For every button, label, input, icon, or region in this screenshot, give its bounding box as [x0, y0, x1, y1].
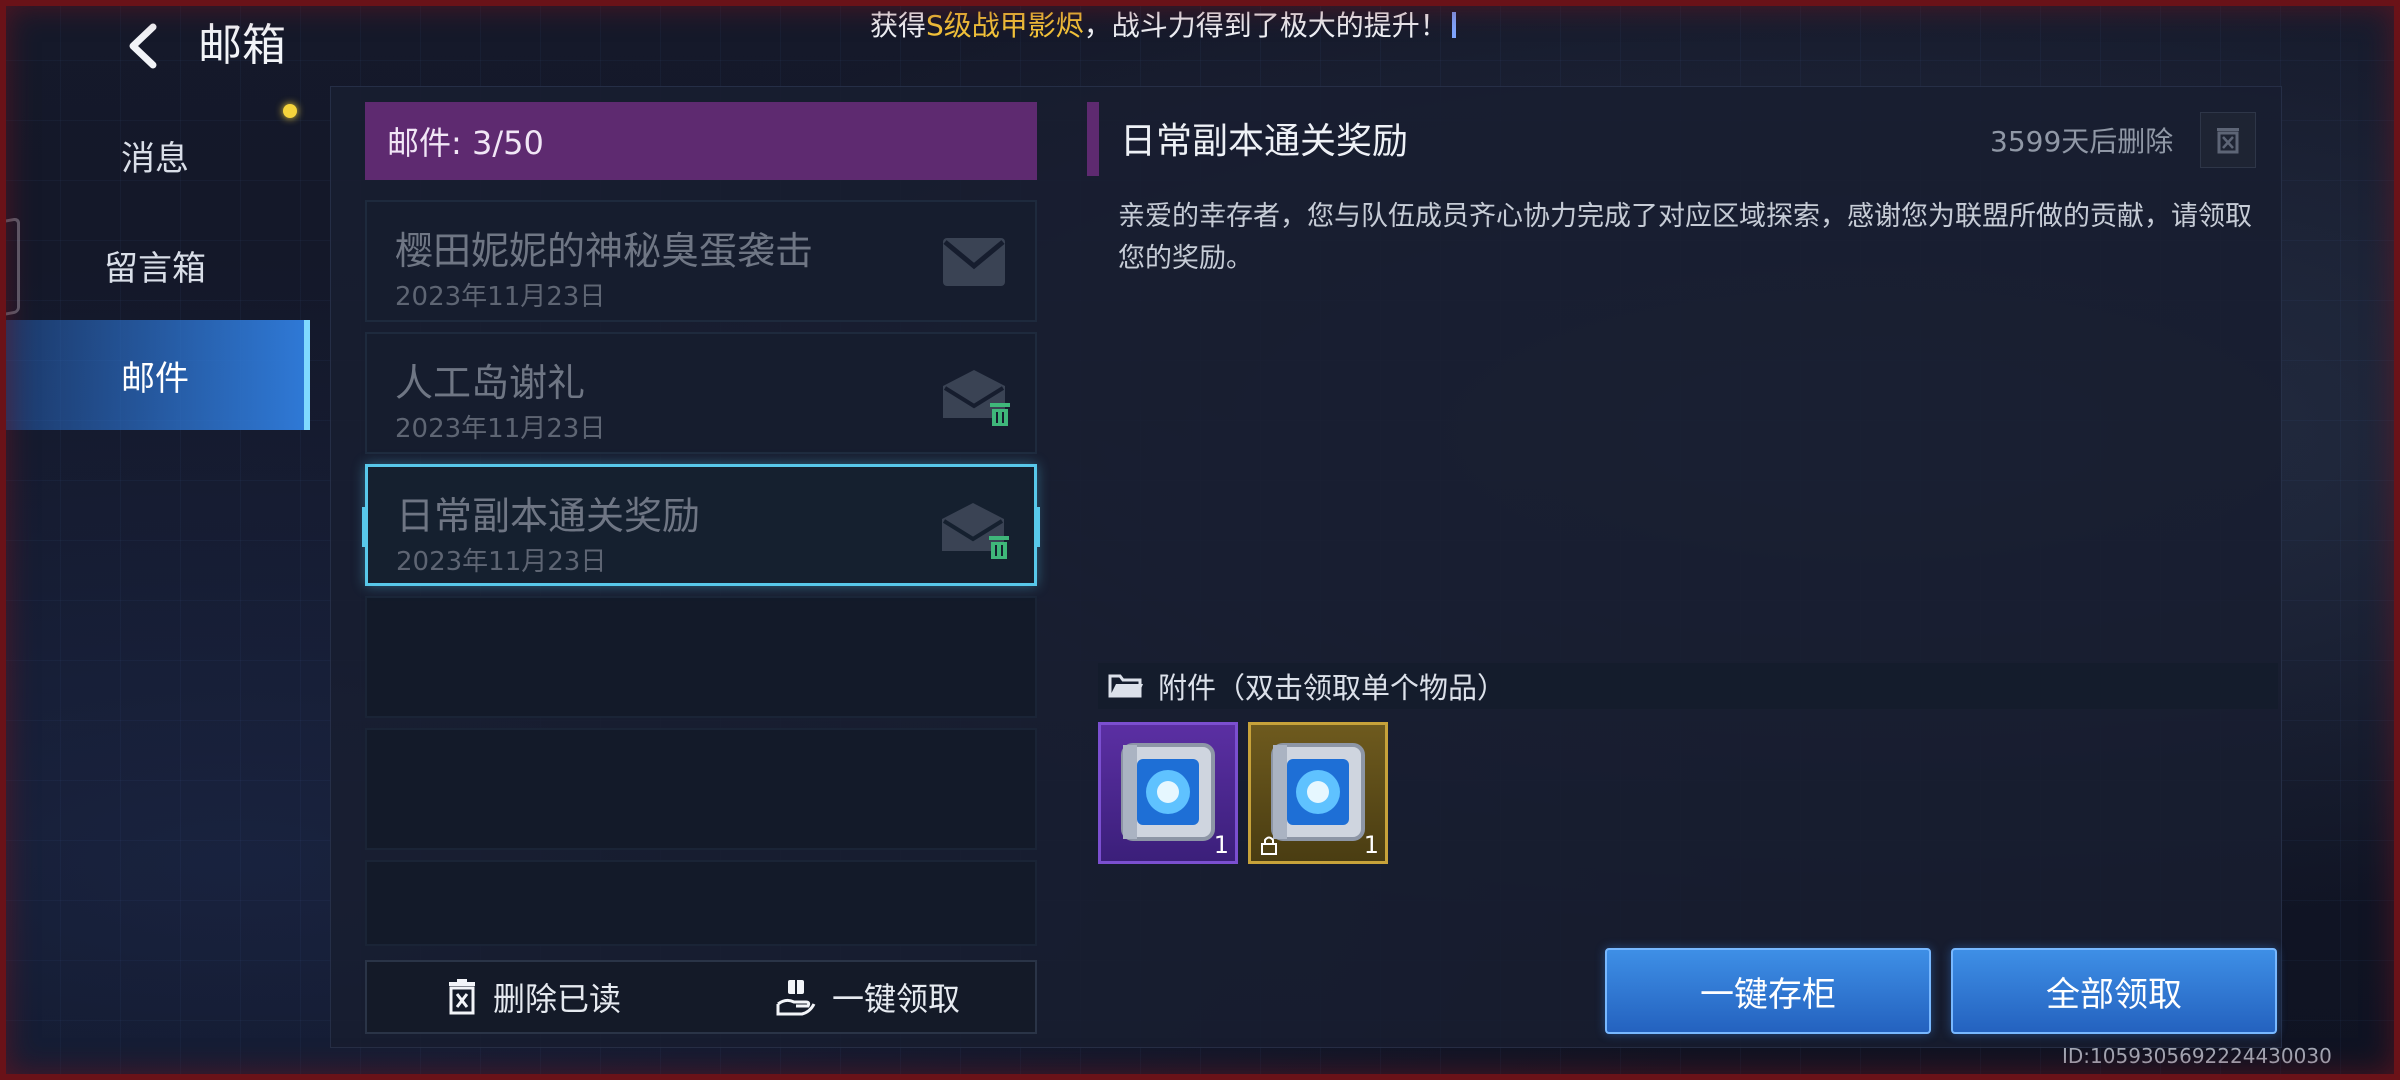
store-all-label: 一键存柜 [1700, 974, 1836, 1015]
ticker-cursor [1452, 12, 1456, 38]
mail-date: 2023年11月23日 [395, 414, 606, 444]
attachment-item[interactable]: 1 [1098, 722, 1238, 864]
nav-item-messages[interactable]: 消息 [0, 100, 310, 210]
announcement-ticker: 获得S级战甲影烬，战斗力得到了极大的提升！ [870, 4, 1470, 48]
user-id: ID:1059305692224430030 [2062, 1044, 2332, 1068]
mail-item-selected[interactable]: 日常副本通关奖励 2023年11月23日 [362, 464, 1040, 586]
detail-accent-bar [1087, 102, 1099, 176]
mail-detail-title: 日常副本通关奖励 [1120, 121, 1409, 162]
back-button[interactable] [118, 18, 168, 74]
folder-icon [1108, 674, 1143, 698]
claim-all-button[interactable]: 全部领取 [1951, 948, 2277, 1034]
trash-icon [990, 403, 1010, 426]
mail-count-bar: 邮件: 3/50 [365, 102, 1037, 180]
ticker-prefix: 获得 [870, 9, 927, 42]
page-title: 邮箱 [198, 20, 286, 71]
attachment-item[interactable]: 1 [1248, 722, 1388, 864]
attachment-items: 1 1 [1098, 722, 1388, 864]
empty-mail-slot [365, 860, 1037, 946]
delete-read-button[interactable]: 删除已读 [367, 962, 701, 1032]
ticker-suffix: ，战斗力得到了极大的提升！ [1083, 9, 1448, 42]
one-key-claim-label: 一键领取 [831, 980, 960, 1018]
mail-item[interactable]: 樱田妮妮的神秘臭蛋袭击 2023年11月23日 [365, 200, 1037, 322]
nav-item-label: 邮件 [121, 358, 189, 399]
mail-subject: 日常副本通关奖励 [396, 494, 701, 538]
mail-date: 2023年11月23日 [396, 547, 607, 577]
one-key-claim-button[interactable]: 一键领取 [701, 962, 1035, 1032]
store-all-button[interactable]: 一键存柜 [1605, 948, 1931, 1034]
delete-mail-button[interactable] [2200, 112, 2256, 168]
nav-item-mail[interactable]: 邮件 [0, 320, 310, 430]
mail-list: 樱田妮妮的神秘臭蛋袭击 2023年11月23日 人工岛谢礼 2023年11月23… [362, 200, 1040, 956]
attachments-header: 附件（双击领取单个物品） [1098, 663, 2278, 709]
mail-subject: 人工岛谢礼 [395, 361, 586, 405]
ticker-highlight: S级战甲影烬 [926, 9, 1084, 42]
nav-item-label: 留言箱 [104, 248, 206, 289]
mail-list-actions: 删除已读 一键领取 [365, 960, 1037, 1034]
side-nav: 消息 留言箱 邮件 [0, 100, 310, 430]
notification-dot [283, 104, 297, 118]
hand-gift-icon [776, 980, 816, 1016]
attachment-quantity: 1 [1213, 831, 1229, 859]
mail-body: 亲爱的幸存者，您与队伍成员齐心协力完成了对应区域探索，感谢您为联盟所做的贡献，请… [1118, 201, 2252, 274]
empty-mail-slot [365, 728, 1037, 850]
mail-item[interactable]: 人工岛谢礼 2023年11月23日 [365, 332, 1037, 454]
nav-item-label: 消息 [121, 138, 189, 179]
empty-mail-slot [365, 596, 1037, 718]
delete-read-label: 删除已读 [492, 980, 621, 1018]
trash-icon [2217, 128, 2239, 154]
attachment-quantity: 1 [1363, 831, 1379, 859]
mail-date: 2023年11月23日 [395, 282, 606, 312]
back-arrow-icon [129, 23, 157, 69]
attachments-label: 附件（双击领取单个物品） [1158, 671, 1507, 705]
trash-icon [989, 536, 1009, 559]
mail-subject: 樱田妮妮的神秘臭蛋袭击 [395, 229, 814, 273]
trash-icon [448, 979, 475, 1015]
lock-icon [1261, 836, 1277, 855]
claim-all-label: 全部领取 [2046, 974, 2182, 1015]
envelope-icon [943, 238, 1005, 286]
mail-expire-label: 3599天后删除 [1990, 125, 2174, 158]
mail-count-label: 邮件: 3/50 [387, 124, 544, 162]
nav-item-message-box[interactable]: 留言箱 [0, 210, 310, 320]
